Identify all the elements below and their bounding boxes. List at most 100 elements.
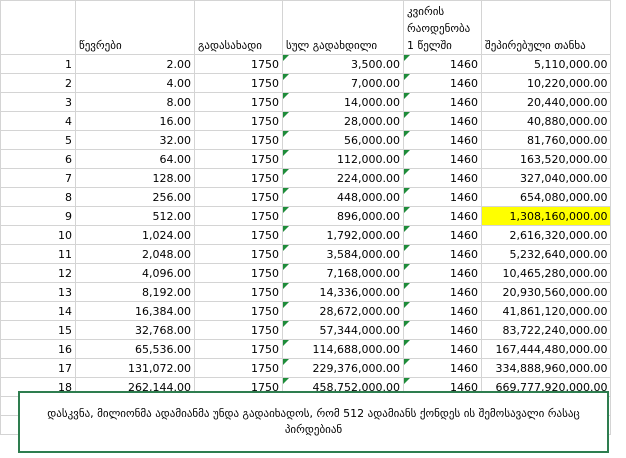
header-cell-members[interactable]: წევრები [75,0,195,55]
fee-cell[interactable]: 1750 [194,263,283,283]
members-cell[interactable]: 8.00 [75,92,195,112]
row-index-cell[interactable]: 6 [0,149,76,169]
promised-amount-cell[interactable]: 327,040,000.00 [480,168,612,188]
promised-amount-cell[interactable]: 5,232,640,000.00 [480,244,612,264]
members-cell[interactable]: 131,072.00 [75,358,195,378]
fee-cell[interactable]: 1750 [194,244,283,264]
promised-amount-cell[interactable]: 40,880,000.00 [480,111,612,131]
weeks-cell[interactable]: 1460 [403,73,482,93]
fee-cell[interactable]: 1750 [194,339,283,359]
total-paid-cell[interactable]: 28,672,000.00 [282,301,404,321]
members-cell[interactable]: 512.00 [75,206,195,226]
header-cell-fee[interactable]: გადასახადი [194,0,283,55]
members-cell[interactable]: 4.00 [75,73,195,93]
members-cell[interactable]: 16.00 [75,111,195,131]
weeks-cell[interactable]: 1460 [403,301,482,321]
row-index-cell[interactable]: 9 [0,206,76,226]
total-paid-cell[interactable]: 114,688,000.00 [282,339,404,359]
row-index-cell[interactable]: 8 [0,187,76,207]
total-paid-cell[interactable]: 112,000.00 [282,149,404,169]
fee-cell[interactable]: 1750 [194,282,283,302]
total-paid-cell[interactable]: 7,168,000.00 [282,263,404,283]
members-cell[interactable]: 2.00 [75,54,195,74]
members-cell[interactable]: 64.00 [75,149,195,169]
promised-amount-cell[interactable]: 334,888,960,000.00 [480,358,612,378]
total-paid-cell[interactable]: 14,336,000.00 [282,282,404,302]
members-cell[interactable]: 256.00 [75,187,195,207]
weeks-cell[interactable]: 1460 [403,168,482,188]
promised-amount-cell[interactable]: 2,616,320,000.00 [480,225,612,245]
total-paid-cell[interactable]: 224,000.00 [282,168,404,188]
total-paid-cell[interactable]: 229,376,000.00 [282,358,404,378]
row-index-cell[interactable]: 11 [0,244,76,264]
header-cell-total[interactable]: სულ გადახდილი [282,0,404,55]
weeks-cell[interactable]: 1460 [403,54,482,74]
promised-amount-cell[interactable]: 81,760,000.00 [480,130,612,150]
header-cell-weeks[interactable]: კვირის რაოდენობა 1 წელში [403,0,482,55]
header-cell-index[interactable] [0,0,76,55]
total-paid-cell[interactable]: 28,000.00 [282,111,404,131]
total-paid-cell[interactable]: 57,344,000.00 [282,320,404,340]
row-index-cell[interactable]: 2 [0,73,76,93]
header-cell-promised[interactable]: შეპირებული თანხა [480,0,612,55]
promised-amount-cell[interactable]: 167,444,480,000.00 [480,339,612,359]
promised-amount-cell[interactable]: 20,440,000.00 [480,92,612,112]
promised-amount-cell[interactable]: 41,861,120,000.00 [480,301,612,321]
members-cell[interactable]: 128.00 [75,168,195,188]
row-index-cell[interactable]: 12 [0,263,76,283]
weeks-cell[interactable]: 1460 [403,282,482,302]
fee-cell[interactable]: 1750 [194,206,283,226]
row-index-cell[interactable]: 4 [0,111,76,131]
fee-cell[interactable]: 1750 [194,73,283,93]
promised-amount-cell[interactable]: 654,080,000.00 [480,187,612,207]
row-index-cell[interactable]: 15 [0,320,76,340]
weeks-cell[interactable]: 1460 [403,358,482,378]
fee-cell[interactable]: 1750 [194,149,283,169]
total-paid-cell[interactable]: 3,584,000.00 [282,244,404,264]
members-cell[interactable]: 65,536.00 [75,339,195,359]
weeks-cell[interactable]: 1460 [403,111,482,131]
fee-cell[interactable]: 1750 [194,54,283,74]
weeks-cell[interactable]: 1460 [403,263,482,283]
row-index-cell[interactable]: 13 [0,282,76,302]
row-index-cell[interactable]: 17 [0,358,76,378]
total-paid-cell[interactable]: 448,000.00 [282,187,404,207]
row-index-cell[interactable]: 10 [0,225,76,245]
row-index-cell[interactable]: 16 [0,339,76,359]
weeks-cell[interactable]: 1460 [403,92,482,112]
fee-cell[interactable]: 1750 [194,225,283,245]
promised-amount-cell[interactable]: 5,110,000.00 [480,54,612,74]
weeks-cell[interactable]: 1460 [403,320,482,340]
weeks-cell[interactable]: 1460 [403,225,482,245]
promised-amount-cell[interactable]: 20,930,560,000.00 [480,282,612,302]
fee-cell[interactable]: 1750 [194,111,283,131]
weeks-cell[interactable]: 1460 [403,187,482,207]
members-cell[interactable]: 32.00 [75,130,195,150]
fee-cell[interactable]: 1750 [194,320,283,340]
promised-amount-cell[interactable]: 163,520,000.00 [480,149,612,169]
total-paid-cell[interactable]: 3,500.00 [282,54,404,74]
total-paid-cell[interactable]: 1,792,000.00 [282,225,404,245]
members-cell[interactable]: 4,096.00 [75,263,195,283]
members-cell[interactable]: 32,768.00 [75,320,195,340]
total-paid-cell[interactable]: 896,000.00 [282,206,404,226]
fee-cell[interactable]: 1750 [194,187,283,207]
members-cell[interactable]: 16,384.00 [75,301,195,321]
promised-amount-cell[interactable]: 83,722,240,000.00 [480,320,612,340]
fee-cell[interactable]: 1750 [194,168,283,188]
row-index-cell[interactable]: 7 [0,168,76,188]
total-paid-cell[interactable]: 7,000.00 [282,73,404,93]
fee-cell[interactable]: 1750 [194,358,283,378]
weeks-cell[interactable]: 1460 [403,339,482,359]
promised-amount-cell[interactable]: 10,465,280,000.00 [480,263,612,283]
members-cell[interactable]: 8,192.00 [75,282,195,302]
promised-amount-cell[interactable]: 1,308,160,000.00 [480,206,612,226]
fee-cell[interactable]: 1750 [194,92,283,112]
row-index-cell[interactable]: 1 [0,54,76,74]
weeks-cell[interactable]: 1460 [403,244,482,264]
fee-cell[interactable]: 1750 [194,130,283,150]
total-paid-cell[interactable]: 56,000.00 [282,130,404,150]
fee-cell[interactable]: 1750 [194,301,283,321]
weeks-cell[interactable]: 1460 [403,130,482,150]
conclusion-textbox[interactable]: დასკვნა, მილიონმა ადამიანმა უნდა გადაიხა… [18,391,609,453]
